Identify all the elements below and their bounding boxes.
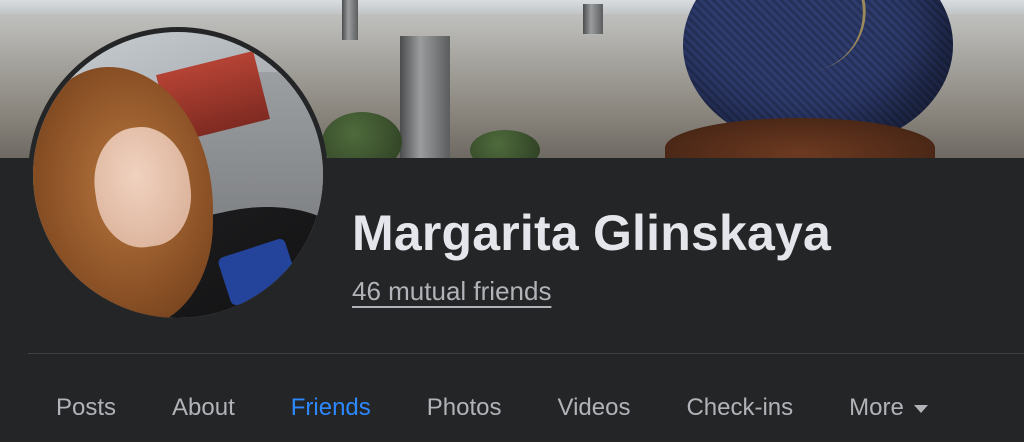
- tab-check-ins[interactable]: Check-ins: [658, 380, 821, 436]
- tab-videos[interactable]: Videos: [530, 380, 659, 436]
- mutual-friends-link[interactable]: 46 mutual friends: [352, 276, 551, 307]
- profile-tabs: Posts About Friends Photos Videos Check-…: [28, 380, 956, 436]
- tab-label: Check-ins: [686, 394, 794, 421]
- avatar: [33, 32, 323, 318]
- profile-name: Margarita Glinskaya: [352, 205, 832, 261]
- tab-label: More: [849, 394, 904, 421]
- chevron-down-icon: [913, 405, 928, 413]
- cover-tower: [400, 36, 450, 158]
- tab-label: Photos: [426, 394, 502, 421]
- tab-label: About: [172, 394, 235, 421]
- cover-tree: [322, 112, 402, 158]
- tab-about[interactable]: About: [144, 380, 263, 436]
- cover-tree: [470, 130, 540, 158]
- tab-label: Friends: [290, 394, 371, 421]
- cover-tower: [583, 4, 603, 34]
- tab-label: Videos: [557, 394, 631, 421]
- divider: [28, 353, 1024, 354]
- profile-picture[interactable]: [28, 27, 328, 323]
- tab-posts[interactable]: Posts: [28, 380, 144, 436]
- tab-friends[interactable]: Friends: [263, 380, 399, 436]
- cover-tower: [342, 0, 358, 40]
- tab-more[interactable]: More: [821, 380, 956, 436]
- tab-photos[interactable]: Photos: [399, 380, 530, 436]
- tab-label: Posts: [56, 394, 117, 421]
